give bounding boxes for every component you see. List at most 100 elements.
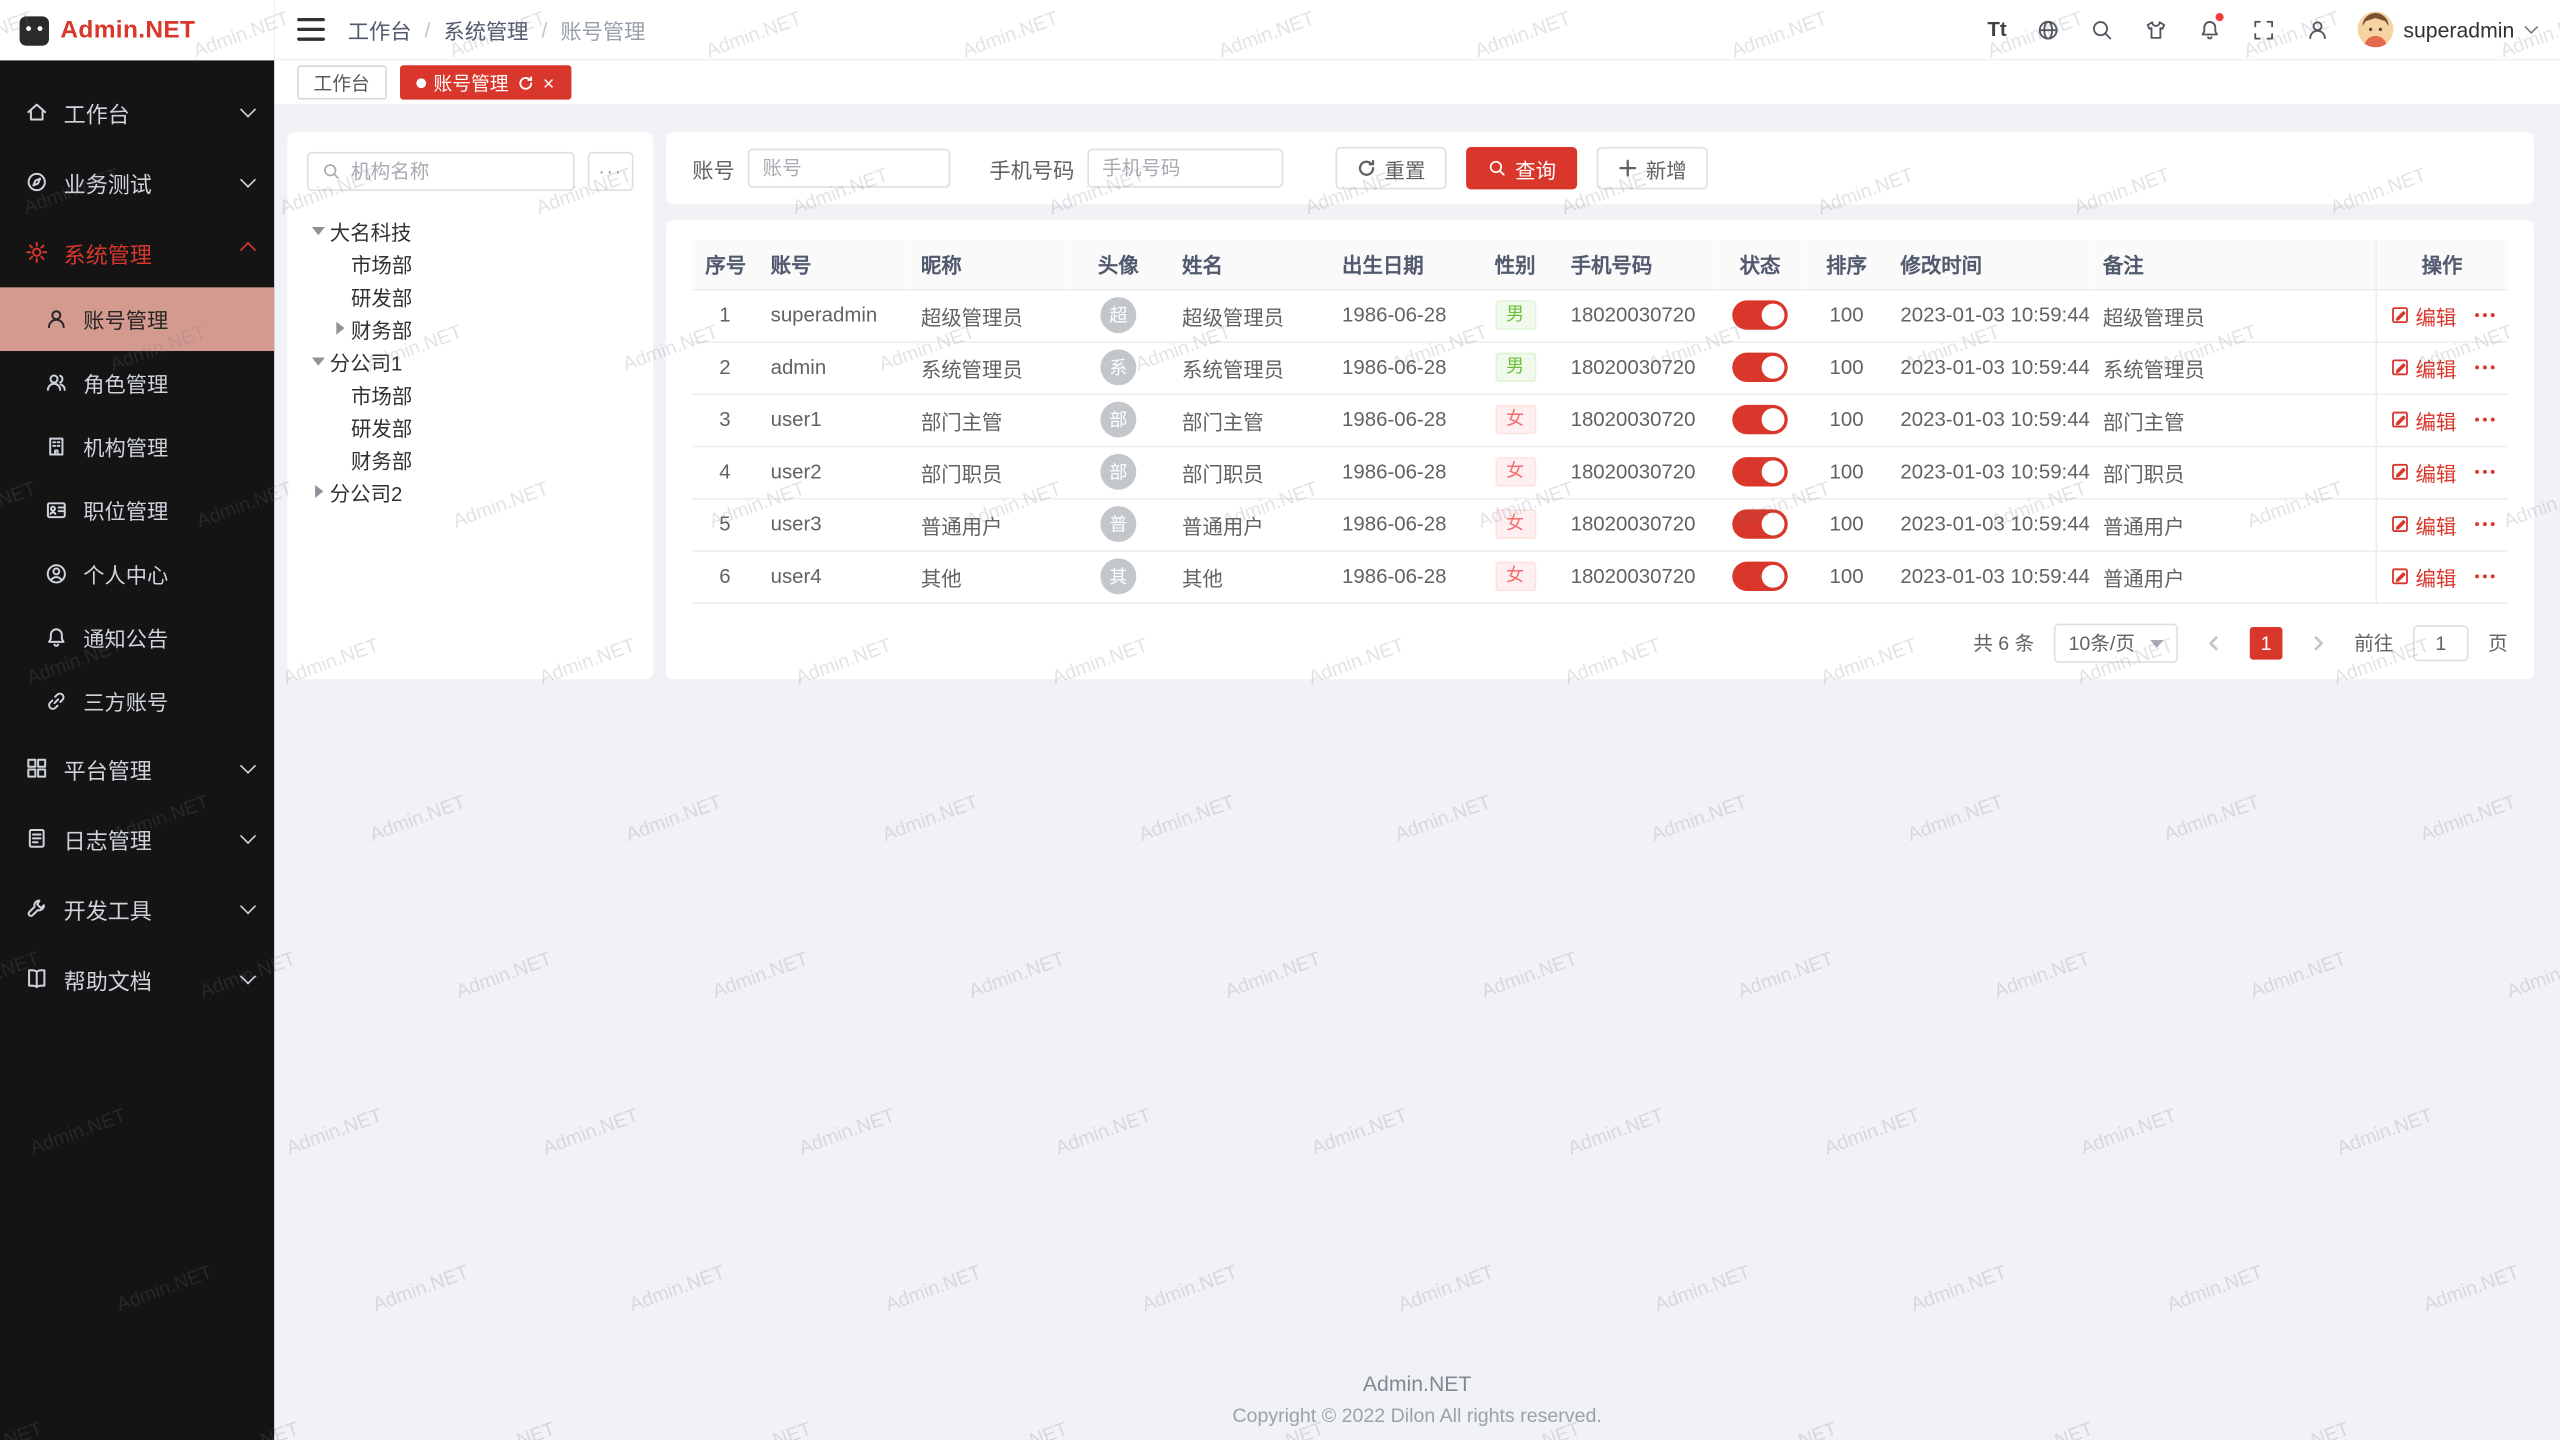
tree-node[interactable]: 研发部 <box>307 410 634 443</box>
sidebar-item-notice[interactable]: 通知公告 <box>0 606 274 670</box>
add-button[interactable]: 新增 <box>1597 147 1708 189</box>
edit-button[interactable]: 编辑 <box>2389 509 2456 540</box>
tree-node[interactable]: 研发部 <box>307 279 634 312</box>
user-outline-icon[interactable] <box>2304 16 2330 42</box>
more-actions-button[interactable] <box>2473 567 2496 587</box>
breadcrumb-item-current: 账号管理 <box>560 14 645 45</box>
sidebar-item-business-test[interactable]: 业务测试 <box>0 147 274 217</box>
language-icon[interactable] <box>2034 16 2060 42</box>
phone-input[interactable] <box>1087 149 1283 188</box>
edit-button[interactable]: 编辑 <box>2389 456 2456 487</box>
gender-tag: 女 <box>1495 562 1536 591</box>
logo-icon <box>20 16 49 45</box>
tree-caret-icon[interactable] <box>328 247 351 280</box>
tab-workbench[interactable]: 工作台 <box>297 65 386 99</box>
tree-caret-icon[interactable] <box>328 410 351 443</box>
more-actions-button[interactable] <box>2473 462 2496 482</box>
status-toggle[interactable] <box>1732 562 1788 591</box>
tree-caret-icon[interactable] <box>328 442 351 475</box>
goto-page-input[interactable] <box>2413 624 2469 660</box>
status-toggle[interactable] <box>1732 457 1788 486</box>
tree-node[interactable]: 财务部 <box>307 442 634 475</box>
edit-button[interactable]: 编辑 <box>2389 352 2456 383</box>
breadcrumb-item[interactable]: 工作台 <box>348 14 412 45</box>
phone-field[interactable] <box>1102 157 1269 180</box>
more-actions-button[interactable] <box>2473 514 2496 534</box>
more-actions-button[interactable] <box>2473 305 2496 325</box>
logo[interactable]: Admin.NET <box>0 0 274 60</box>
tree-caret-icon[interactable] <box>328 279 351 312</box>
cell-name: 超级管理员 <box>1169 289 1329 341</box>
table-row[interactable]: 1 superadmin 超级管理员 超 超级管理员 1986-06-28 男 … <box>692 289 2508 341</box>
tree-node[interactable]: 市场部 <box>307 377 634 410</box>
edit-button[interactable]: 编辑 <box>2389 404 2456 435</box>
theme-icon[interactable] <box>2142 16 2168 42</box>
tab-account-management[interactable]: 账号管理 × <box>399 65 570 99</box>
breadcrumb-item[interactable]: 系统管理 <box>443 14 528 45</box>
pagination-total: 共 6 条 <box>1973 629 2034 657</box>
tree-caret-icon[interactable] <box>328 312 351 345</box>
table-row[interactable]: 5 user3 普通用户 普 普通用户 1986-06-28 女 1802003… <box>692 498 2508 550</box>
tree-node[interactable]: 财务部 <box>307 312 634 345</box>
cell-order: 100 <box>1806 446 1888 498</box>
sidebar-item-personal-center[interactable]: 个人中心 <box>0 542 274 606</box>
sidebar-item-help-docs[interactable]: 帮助文档 <box>0 944 274 1014</box>
chevron-down-icon <box>240 758 256 774</box>
font-size-icon[interactable]: Tt <box>1987 16 2006 42</box>
search-icon[interactable] <box>2088 16 2114 42</box>
close-icon[interactable]: × <box>543 73 554 93</box>
cell-phone: 18020030720 <box>1558 289 1715 341</box>
sidebar-item-system-management[interactable]: 系统管理 <box>0 217 274 287</box>
prev-page-button[interactable] <box>2198 626 2231 659</box>
cell-nickname: 其他 <box>908 550 1068 602</box>
tree-caret-icon[interactable] <box>307 214 330 247</box>
edit-pencil-icon <box>2389 462 2409 482</box>
tree-caret-icon[interactable] <box>307 344 330 377</box>
more-actions-button[interactable] <box>2473 410 2496 430</box>
table-row[interactable]: 2 admin 系统管理员 系 系统管理员 1986-06-28 男 18020… <box>692 341 2508 393</box>
account-field[interactable] <box>762 157 935 180</box>
user-menu[interactable]: superadmin <box>2358 11 2534 47</box>
hamburger-menu-icon[interactable] <box>297 18 325 41</box>
org-search-input[interactable] <box>307 152 575 191</box>
sidebar-item-dev-tools[interactable]: 开发工具 <box>0 873 274 943</box>
status-toggle[interactable] <box>1732 353 1788 382</box>
sidebar-item-label: 开发工具 <box>64 892 152 925</box>
status-toggle[interactable] <box>1732 300 1788 329</box>
search-button[interactable]: 查询 <box>1466 147 1577 189</box>
refresh-icon[interactable] <box>517 74 533 90</box>
more-actions-button[interactable] <box>2473 358 2496 378</box>
tree-node[interactable]: 大名科技 <box>307 214 634 247</box>
tree-node[interactable]: 分公司1 <box>307 344 634 377</box>
table-row[interactable]: 3 user1 部门主管 部 部门主管 1986-06-28 女 1802003… <box>692 393 2508 445</box>
status-toggle[interactable] <box>1732 405 1788 434</box>
tree-node[interactable]: 分公司2 <box>307 475 634 508</box>
table-row[interactable]: 6 user4 其他 其 其他 1986-06-28 女 18020030720 <box>692 550 2508 602</box>
sidebar-item-platform-management[interactable]: 平台管理 <box>0 733 274 803</box>
tree-node-label: 大名科技 <box>330 215 412 246</box>
sidebar-item-position-management[interactable]: 职位管理 <box>0 478 274 542</box>
table-row[interactable]: 4 user2 部门职员 部 部门职员 1986-06-28 女 1802003… <box>692 446 2508 498</box>
edit-button[interactable]: 编辑 <box>2389 300 2456 331</box>
sidebar-item-third-party-account[interactable]: 三方账号 <box>0 669 274 733</box>
status-toggle[interactable] <box>1732 509 1788 538</box>
page-size-select[interactable]: 10条/页 <box>2054 623 2178 662</box>
tree-caret-icon[interactable] <box>328 377 351 410</box>
sidebar-item-org-management[interactable]: 机构管理 <box>0 415 274 479</box>
org-name-field[interactable] <box>351 160 560 183</box>
page-number-active[interactable]: 1 <box>2250 626 2283 659</box>
notification-bell-icon[interactable] <box>2196 16 2222 42</box>
account-input[interactable] <box>748 149 950 188</box>
sidebar-item-workbench[interactable]: 工作台 <box>0 77 274 147</box>
sidebar-item-label: 角色管理 <box>83 367 168 398</box>
reset-button[interactable]: 重置 <box>1336 147 1447 189</box>
sidebar-item-account-management[interactable]: 账号管理 <box>0 287 274 351</box>
sidebar-item-role-management[interactable]: 角色管理 <box>0 351 274 415</box>
fullscreen-icon[interactable] <box>2250 16 2276 42</box>
next-page-button[interactable] <box>2302 626 2335 659</box>
edit-button[interactable]: 编辑 <box>2389 561 2456 592</box>
tree-node[interactable]: 市场部 <box>307 247 634 280</box>
org-more-button[interactable]: ··· <box>588 152 634 191</box>
sidebar-item-log-management[interactable]: 日志管理 <box>0 803 274 873</box>
tree-caret-icon[interactable] <box>307 475 330 508</box>
